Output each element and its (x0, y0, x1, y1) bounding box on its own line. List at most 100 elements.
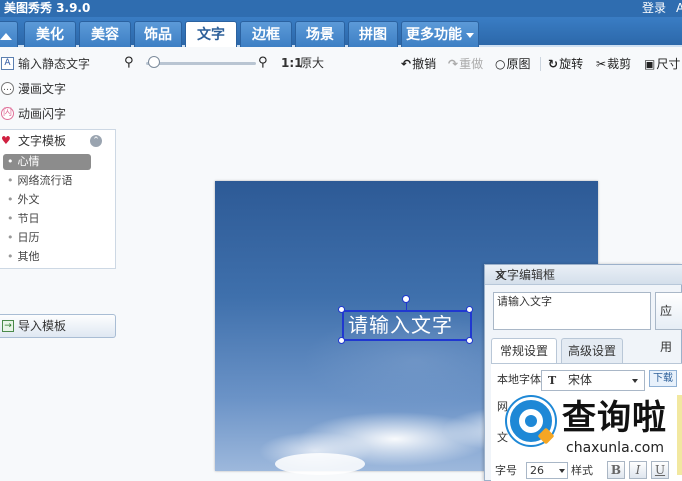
category-label: 日历 (17, 231, 40, 244)
tab-home[interactable] (0, 21, 18, 47)
rotate-button[interactable]: ↻旋转 (548, 56, 583, 72)
app-title: 美图秀秀 3.9.0 (4, 1, 91, 15)
local-font-label: 本地字体 (497, 373, 541, 386)
font-size-select[interactable]: 26 (526, 462, 568, 479)
template-category-mood[interactable]: • 心情 (3, 154, 91, 170)
tab-general-settings[interactable]: 常规设置 (491, 338, 557, 364)
tab-accessories[interactable]: 饰品 (134, 21, 182, 47)
watermark-name: 查询啦 (562, 398, 667, 438)
web-font-label: 网 (497, 400, 508, 413)
apply-button[interactable]: 应用 (655, 292, 682, 354)
left-panel: A 输入静态文字 … 漫画文字 闪 动画闪字 ♥ 文字模板 ⌃ • 心情 • 网络流… (0, 49, 120, 481)
category-label: 心情 (17, 155, 40, 168)
font-size-value: 26 (530, 464, 544, 477)
template-category-holiday[interactable]: • 节日 (3, 211, 91, 227)
style-label: 样式 (571, 464, 593, 477)
text-template-header[interactable]: ♥ 文字模板 ⌃ (0, 132, 114, 150)
text-option-label: 文 (497, 431, 508, 444)
template-category-calendar[interactable]: • 日历 (3, 230, 91, 246)
watermark-logo-icon (507, 397, 555, 445)
sidebar-item-comic-text[interactable]: … 漫画文字 (0, 79, 118, 99)
import-icon: → (2, 320, 14, 332)
redo-icon: ↷ (448, 57, 459, 71)
chevron-down-icon (466, 32, 474, 38)
template-category-other[interactable]: • 其他 (3, 249, 91, 265)
zoom-slider[interactable] (146, 62, 256, 65)
import-template-button[interactable]: → 导入模板 (0, 314, 116, 338)
import-template-label: 导入模板 (18, 319, 67, 333)
resize-button[interactable]: ▣尺寸 (644, 56, 680, 72)
italic-button[interactable]: I (629, 461, 647, 479)
heart-icon: ♥ (1, 134, 11, 147)
sidebar-item-static-text[interactable]: A 输入静态文字 (0, 54, 118, 74)
original-size-label[interactable]: 原大 (300, 56, 324, 71)
crop-label: 裁剪 (607, 57, 632, 71)
text-template-panel: ♥ 文字模板 ⌃ • 心情 • 网络流行语 • 外文 • 节日 • 日历 • 其他 (0, 129, 116, 269)
zoom-out-icon[interactable]: ⚲ (124, 56, 138, 70)
resize-handle-top-right[interactable] (466, 306, 473, 313)
category-label: 网络流行语 (17, 174, 73, 187)
redo-button[interactable]: ↷重做 (448, 56, 483, 72)
main-tab-bar: 美化 美容 饰品 文字 边框 场景 拼图 更多功能 (0, 17, 682, 47)
collapse-icon[interactable]: ⌃ (90, 135, 102, 147)
resize-handle-bottom-right[interactable] (466, 337, 473, 344)
zoom-slider-thumb[interactable] (148, 56, 161, 68)
resize-handle-bottom-left[interactable] (338, 337, 345, 344)
text-content-input[interactable]: 请输入文字 (493, 292, 651, 330)
resize-icon: ▣ (644, 57, 656, 71)
font-value: 宋体 (568, 373, 593, 387)
tab-more-features[interactable]: 更多功能 (401, 21, 479, 47)
tab-text[interactable]: 文字 (185, 21, 237, 47)
template-category-foreign[interactable]: • 外文 (3, 192, 91, 208)
sidebar-item-label: 动画闪字 (18, 107, 67, 121)
underline-button[interactable]: U (651, 461, 669, 479)
tab-more-label: 更多功能 (406, 27, 462, 43)
title-bar: 美图秀秀 3.9.0 登录 A (0, 0, 682, 17)
resize-handle-top-left[interactable] (338, 306, 345, 313)
download-font-button[interactable]: 下载 (649, 370, 677, 387)
rotate-icon: ↻ (548, 57, 559, 71)
font-select[interactable]: T 宋体 (541, 370, 645, 391)
size-label: 尺寸 (656, 57, 681, 71)
cloud-shape (275, 453, 365, 475)
toolbar-divider (540, 57, 541, 71)
tab-frame[interactable]: 边框 (240, 21, 292, 47)
rotate-handle[interactable] (402, 295, 410, 303)
rotate-label: 旋转 (559, 57, 584, 71)
watermark-url: chaxunla.com (566, 440, 664, 456)
redo-label: 重做 (459, 57, 484, 71)
tab-advanced-settings[interactable]: 高级设置 (561, 338, 623, 364)
logo-center (525, 415, 537, 427)
dialog-edge-strip (677, 395, 682, 475)
chevron-down-icon (632, 379, 638, 383)
chevron-down-icon (559, 469, 565, 473)
template-category-internet-slang[interactable]: • 网络流行语 (3, 173, 91, 189)
rotate-handle-line (406, 302, 407, 310)
text-template-title: 文字模板 (18, 134, 67, 148)
login-link[interactable]: 登录 (642, 0, 666, 17)
tab-scene[interactable]: 场景 (295, 21, 345, 47)
tab-beauty[interactable]: 美容 (79, 21, 131, 47)
sidebar-item-flash-text[interactable]: 闪 动画闪字 (0, 104, 118, 124)
scissors-icon: ✂ (596, 57, 607, 71)
bold-button[interactable]: B (607, 461, 625, 479)
original-image-button[interactable]: ○原图 (495, 56, 531, 72)
undo-button[interactable]: ↶撤销 (401, 56, 436, 72)
crop-button[interactable]: ✂裁剪 (596, 56, 631, 72)
text-input-icon: A (1, 57, 14, 70)
zoom-in-icon[interactable]: ⚲ (258, 56, 272, 70)
tab-beautify[interactable]: 美化 (24, 21, 76, 47)
close-icon[interactable]: ✕ (495, 267, 505, 283)
category-label: 其他 (17, 250, 40, 263)
dialog-title-bar[interactable]: 文字编辑框 ✕ (485, 265, 682, 285)
circle-icon: ○ (495, 57, 506, 71)
original-label: 原图 (506, 57, 531, 71)
sidebar-item-label: 漫画文字 (18, 82, 67, 96)
undo-label: 撤销 (412, 57, 437, 71)
undo-icon: ↶ (401, 57, 412, 71)
canvas-text: 请输入文字 (348, 313, 453, 337)
canvas-text-object[interactable]: 请输入文字 (342, 310, 472, 341)
tab-collage[interactable]: 拼图 (348, 21, 398, 47)
flash-text-icon: 闪 (1, 107, 14, 120)
category-label: 节日 (17, 212, 40, 225)
